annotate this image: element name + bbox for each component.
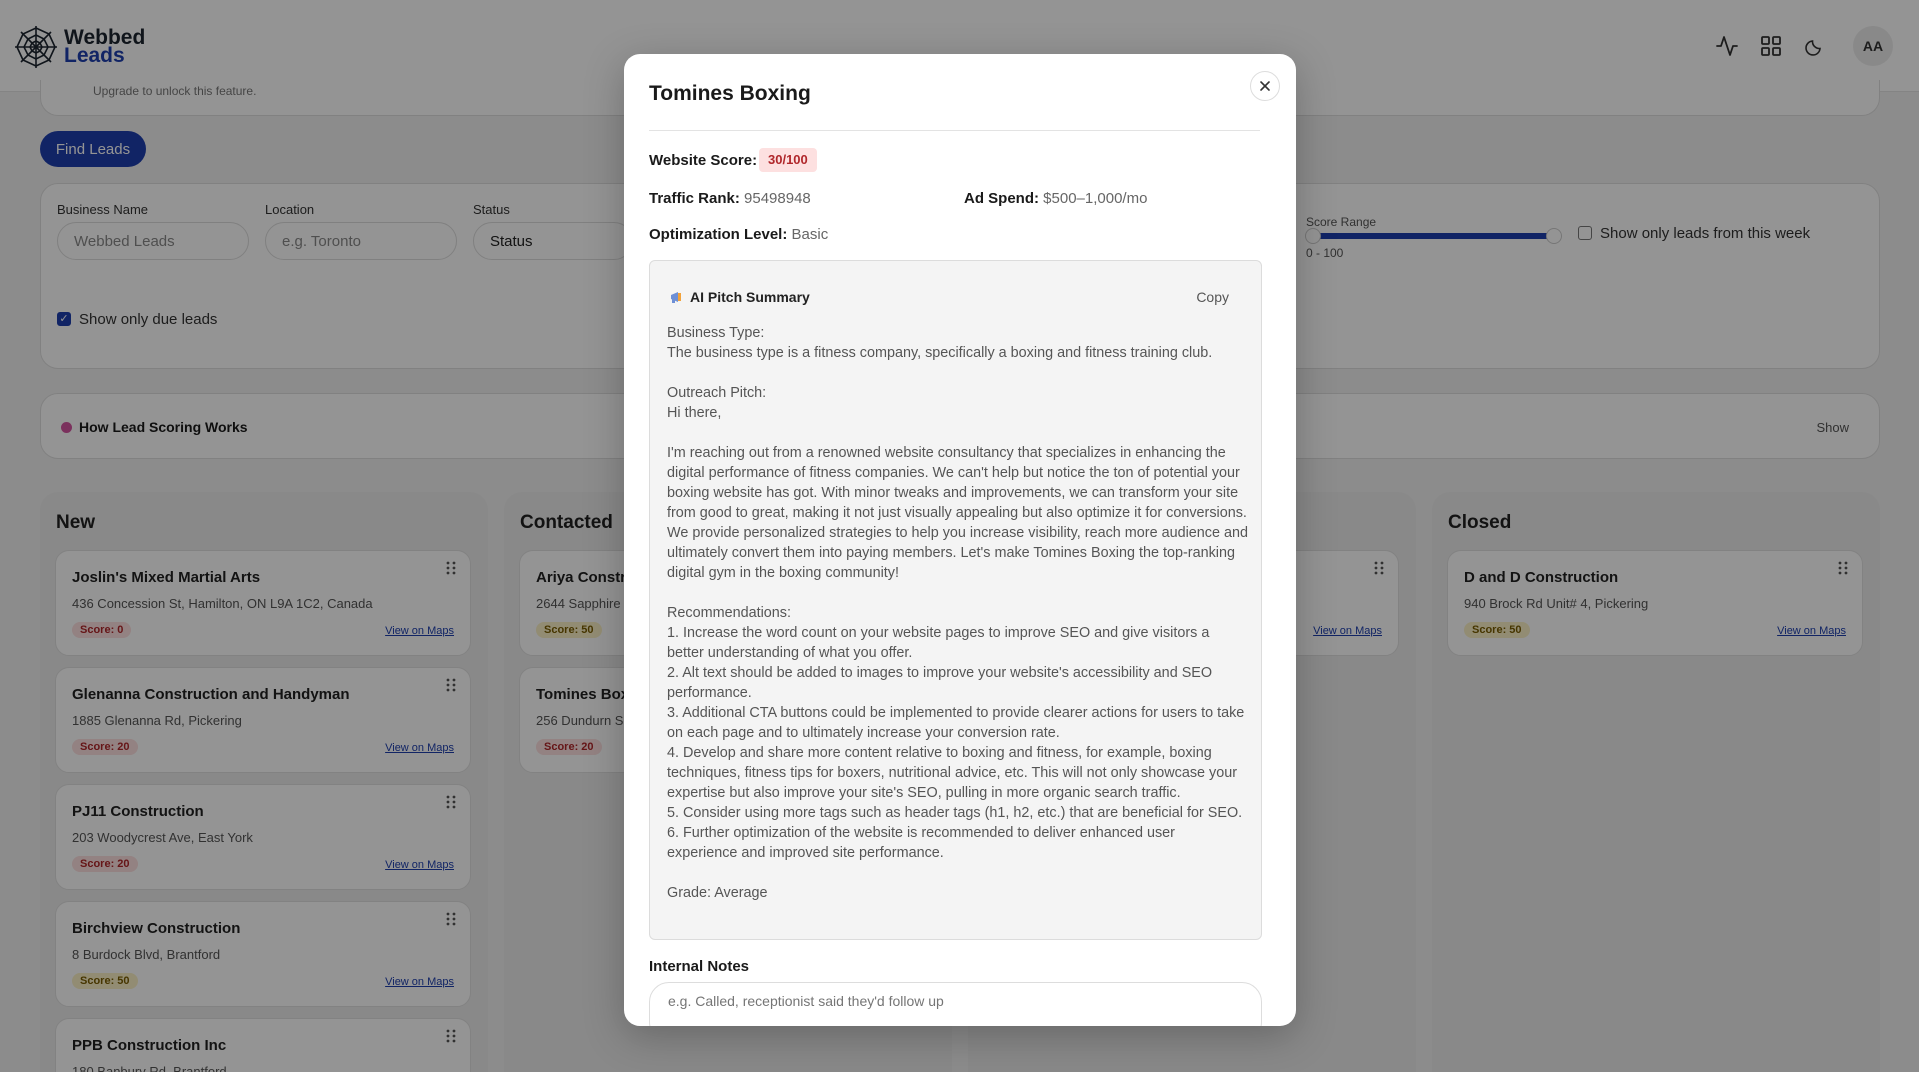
ad-spend-field: Ad Spend: $500–1,000/mo (964, 190, 1147, 207)
close-button[interactable] (1250, 71, 1280, 101)
traffic-rank-field: Traffic Rank: 95498948 (649, 190, 811, 207)
ad-spend-label: Ad Spend: (964, 190, 1039, 207)
website-score-label: Website Score: (649, 152, 758, 169)
internal-notes-label: Internal Notes (649, 958, 750, 975)
optimization-field: Optimization Level: Basic (649, 226, 828, 243)
ai-pitch-summary: AI Pitch Summary Copy Business Type: The… (649, 260, 1262, 940)
traffic-rank-value: 95498948 (744, 190, 811, 207)
ai-pitch-text: Business Type: The business type is a fi… (667, 325, 1249, 901)
megaphone-icon (671, 292, 681, 303)
ai-pitch-title: AI Pitch Summary (690, 289, 810, 305)
copy-button[interactable]: Copy (1196, 289, 1229, 305)
website-score-badge: 30/100 (759, 148, 817, 172)
modal-divider (649, 130, 1260, 131)
lead-detail-modal: Tomines Boxing Website Score: 30/100 Tra… (624, 54, 1296, 1026)
internal-notes-input[interactable] (649, 982, 1262, 1026)
traffic-rank-label: Traffic Rank: (649, 190, 740, 207)
ad-spend-value: $500–1,000/mo (1043, 190, 1148, 207)
close-icon (1260, 81, 1270, 91)
optimization-label: Optimization Level: (649, 226, 788, 243)
optimization-value: Basic (791, 226, 829, 243)
website-score-field: Website Score: (649, 152, 757, 169)
modal-title: Tomines Boxing (649, 82, 811, 105)
